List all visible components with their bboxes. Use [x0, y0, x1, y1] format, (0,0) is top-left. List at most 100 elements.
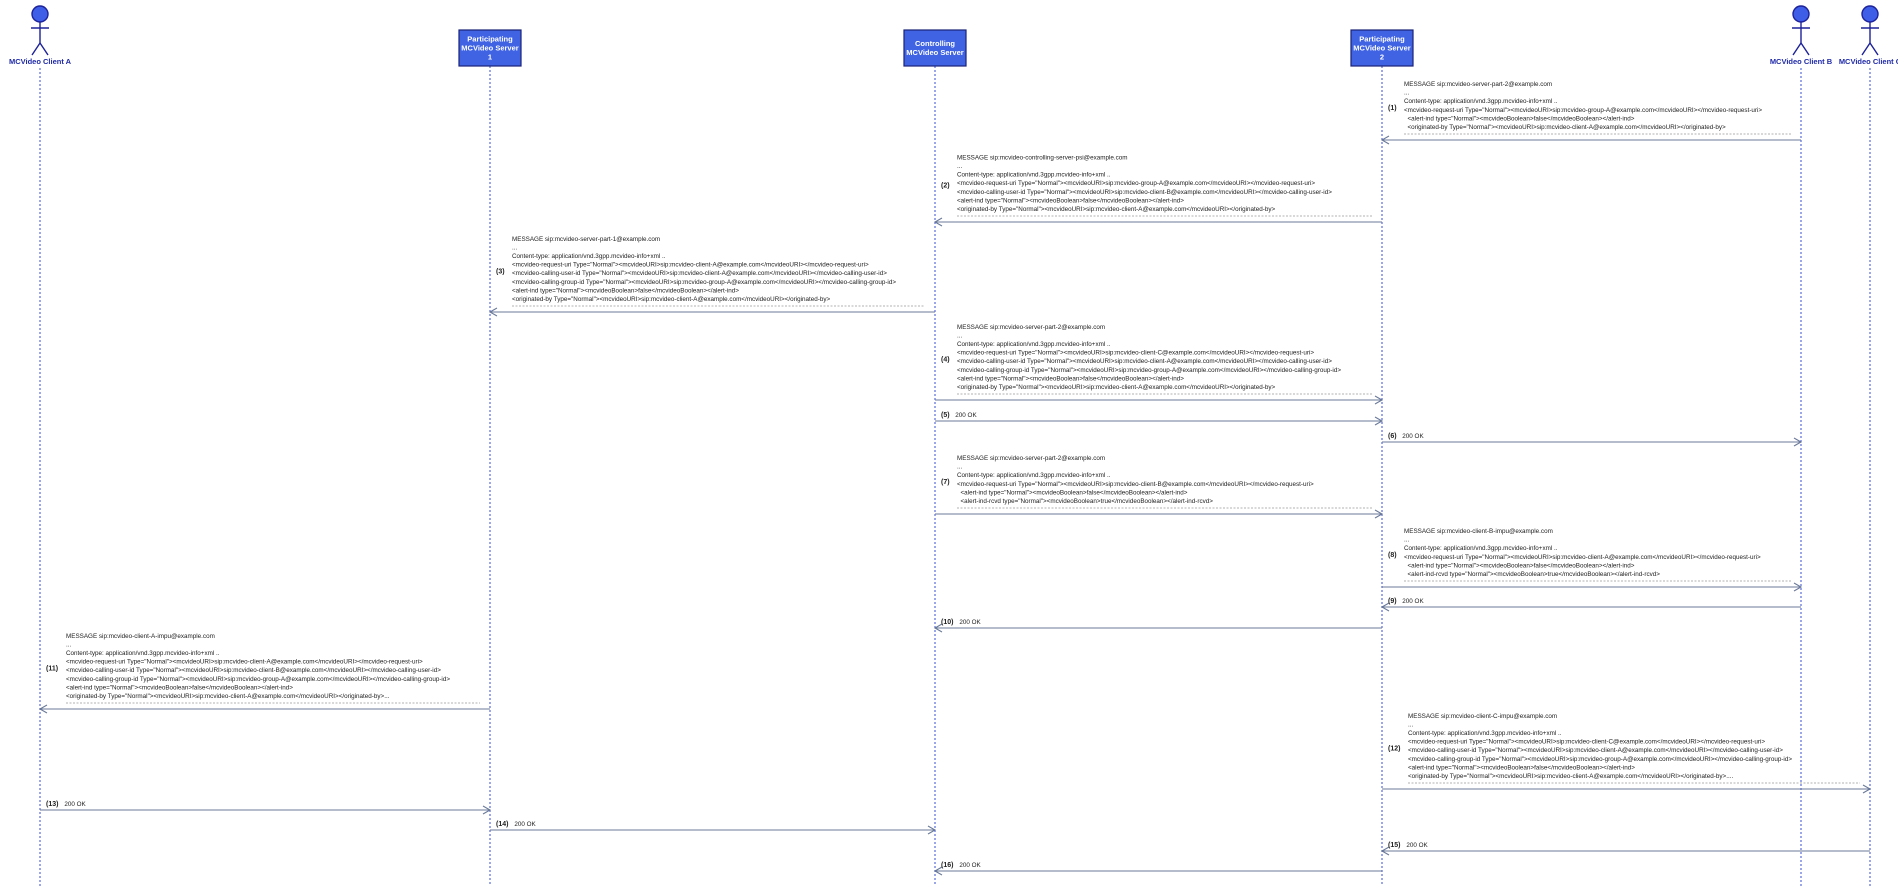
- message-1: (1) MESSAGE sip:mcvideo-server-part-2@exa…: [1380, 81, 1801, 145]
- message-body-line: Content-type: application/vnd.3gpp.mcvid…: [957, 472, 1111, 479]
- message-body-line: <originated-by Type="Normal"><mcvideoURI…: [1404, 124, 1726, 131]
- message-label: 200 OK: [959, 619, 981, 626]
- message-body-line: ...: [66, 641, 71, 648]
- message-body-line: <alert-ind type="Normal"><mcvideoBoolean…: [66, 684, 293, 691]
- message-8: (8) MESSAGE sip:mcvideo-client-B-impu@exa…: [1382, 528, 1803, 592]
- message-body-line: <originated-by Type="Normal"><mcvideoURI…: [957, 206, 1276, 213]
- message-body-line: <mcvideo-request-uri Type="Normal"><mcvi…: [66, 659, 423, 666]
- message-body-line: <alert-ind type="Normal"><mcvideoBoolean…: [512, 287, 739, 294]
- actor-label: MCVideo Client A: [9, 57, 72, 66]
- message-body-line: ...: [957, 332, 962, 339]
- message-body-line: <mcvideo-request-uri Type="Normal"><mcvi…: [1408, 739, 1765, 746]
- actor-label: MCVideo Client C: [1839, 57, 1898, 66]
- message-number: (7): [941, 479, 950, 486]
- message-2: (2) MESSAGE sip:mcvideo-controlling-serve…: [933, 154, 1382, 227]
- message-13: (13) 200 OK: [40, 801, 492, 815]
- message-body-line: <alert-ind-rcvd type="Normal"><mcvideoBo…: [1404, 571, 1660, 578]
- message-number: (10): [941, 619, 953, 626]
- message-number: (6): [1388, 433, 1397, 440]
- message-body-line: <mcvideo-request-uri Type="Normal"><mcvi…: [957, 481, 1314, 488]
- message-body-line: MESSAGE sip:mcvideo-client-B-impu@exampl…: [1404, 528, 1553, 535]
- message-body-line: Content-type: application/vnd.3gpp.mcvid…: [1408, 730, 1562, 737]
- message-body-line: <alert-ind type="Normal"><mcvideoBoolean…: [957, 197, 1184, 204]
- actor-leg-right: [39, 42, 49, 56]
- message-body-line: <alert-ind type="Normal"><mcvideoBoolean…: [1404, 115, 1635, 122]
- message-label: 200 OK: [514, 821, 536, 828]
- server-label-line: Controlling: [915, 39, 955, 48]
- message-number: (5): [941, 412, 950, 419]
- message-number: (3): [496, 268, 505, 275]
- message-body-line: <mcvideo-request-uri Type="Normal"><mcvi…: [957, 350, 1314, 357]
- message-body-line: Content-type: application/vnd.3gpp.mcvid…: [512, 253, 666, 260]
- server-label-line: Participating: [467, 35, 513, 44]
- message-body-line: MESSAGE sip:mcvideo-client-A-impu@exampl…: [66, 633, 215, 640]
- message-body-line: ...: [957, 163, 962, 170]
- message-15: (15) 200 OK: [1380, 842, 1870, 856]
- message-body-line: Content-type: application/vnd.3gpp.mcvid…: [957, 172, 1111, 179]
- message-10: (10) 200 OK: [933, 619, 1382, 633]
- actor-icon: [31, 5, 49, 23]
- message-number: (1): [1388, 105, 1397, 112]
- message-label: 200 OK: [64, 801, 86, 808]
- message-11: (11) MESSAGE sip:mcvideo-client-A-impu@ex…: [38, 633, 490, 714]
- actor-clientA: MCVideo Client A: [9, 5, 72, 66]
- message-body-line: <mcvideo-request-uri Type="Normal"><mcvi…: [1404, 554, 1761, 561]
- server-label-line: MCVideo Server: [1353, 44, 1410, 53]
- message-3: (3) MESSAGE sip:mcvideo-server-part-1@exa…: [488, 236, 935, 317]
- server-label-line: 1: [488, 53, 492, 62]
- message-body-line: MESSAGE sip:mcvideo-server-part-2@exampl…: [957, 455, 1105, 462]
- participant-headers: MCVideo Client AParticipatingMCVideo Ser…: [9, 5, 1898, 67]
- message-body-line: <originated-by Type="Normal"><mcvideoURI…: [66, 693, 390, 700]
- message-body-line: ...: [1408, 721, 1413, 728]
- message-6: (6) 200 OK: [1382, 433, 1803, 447]
- message-body-line: <alert-ind type="Normal"><mcvideoBoolean…: [957, 375, 1184, 382]
- lifelines: [39, 66, 1871, 886]
- message-body-line: <mcvideo-calling-user-id Type="Normal"><…: [512, 270, 887, 277]
- message-body-line: Content-type: application/vnd.3gpp.mcvid…: [1404, 545, 1558, 552]
- message-5: (5) 200 OK: [935, 412, 1384, 426]
- message-number: (14): [496, 821, 508, 828]
- message-number: (2): [941, 183, 950, 190]
- message-label: 200 OK: [1402, 433, 1424, 440]
- message-body-line: MESSAGE sip:mcvideo-server-part-2@exampl…: [1404, 81, 1552, 88]
- message-body-line: <alert-ind type="Normal"><mcvideoBoolean…: [957, 489, 1188, 496]
- message-body-line: <mcvideo-request-uri Type="Normal"><mcvi…: [957, 180, 1315, 187]
- actor-leg-right: [1869, 42, 1879, 56]
- messages: (1) MESSAGE sip:mcvideo-server-part-2@exa…: [38, 81, 1872, 876]
- message-number: (15): [1388, 842, 1400, 849]
- message-14: (14) 200 OK: [490, 821, 937, 835]
- actor-clientB: MCVideo Client B: [1770, 5, 1833, 66]
- message-body-line: MESSAGE sip:mcvideo-controlling-server-p…: [957, 154, 1128, 161]
- actor-leg-right: [1800, 42, 1810, 56]
- actor-label: MCVideo Client B: [1770, 57, 1833, 66]
- message-4: (4) MESSAGE sip:mcvideo-server-part-2@exa…: [935, 324, 1384, 405]
- message-body-line: <alert-ind-rcvd type="Normal"><mcvideoBo…: [957, 498, 1213, 505]
- message-body-line: MESSAGE sip:mcvideo-server-part-2@exampl…: [957, 324, 1105, 331]
- message-body-line: <alert-ind type="Normal"><mcvideoBoolean…: [1404, 562, 1635, 569]
- message-body-line: <mcvideo-calling-user-id Type="Normal"><…: [1408, 747, 1783, 754]
- message-body-line: <originated-by Type="Normal"><mcvideoURI…: [512, 296, 831, 303]
- message-body-line: <mcvideo-request-uri Type="Normal"><mcvi…: [1404, 107, 1762, 114]
- message-body-line: <alert-ind type="Normal"><mcvideoBoolean…: [1408, 764, 1635, 771]
- actor-leg-left: [1792, 42, 1802, 56]
- message-body-line: ...: [1404, 90, 1409, 97]
- server-label-line: MCVideo Server: [906, 48, 963, 57]
- message-body-line: <mcvideo-calling-user-id Type="Normal"><…: [957, 189, 1332, 196]
- actor-leg-left: [1861, 42, 1871, 56]
- message-9: (9) 200 OK: [1380, 598, 1801, 612]
- server-box-ps2: ParticipatingMCVideo Server2: [1350, 29, 1414, 67]
- message-body-line: <mcvideo-request-uri Type="Normal"><mcvi…: [512, 262, 869, 269]
- message-body-line: <mcvideo-calling-group-id Type="Normal">…: [957, 367, 1341, 374]
- message-number: (12): [1388, 745, 1400, 752]
- actor-leg-left: [31, 42, 41, 56]
- message-body-line: <mcvideo-calling-group-id Type="Normal">…: [66, 676, 450, 683]
- message-number: (8): [1388, 552, 1397, 559]
- message-number: (16): [941, 862, 953, 869]
- message-body-line: <mcvideo-calling-group-id Type="Normal">…: [1408, 756, 1792, 763]
- message-body-line: ...: [1404, 537, 1409, 544]
- message-label: 200 OK: [1402, 598, 1424, 605]
- message-body-line: <originated-by Type="Normal"><mcvideoURI…: [957, 384, 1276, 391]
- message-body-line: Content-type: application/vnd.3gpp.mcvid…: [66, 650, 220, 657]
- message-body-line: MESSAGE sip:mcvideo-server-part-1@exampl…: [512, 236, 660, 243]
- message-body-line: ...: [512, 244, 517, 251]
